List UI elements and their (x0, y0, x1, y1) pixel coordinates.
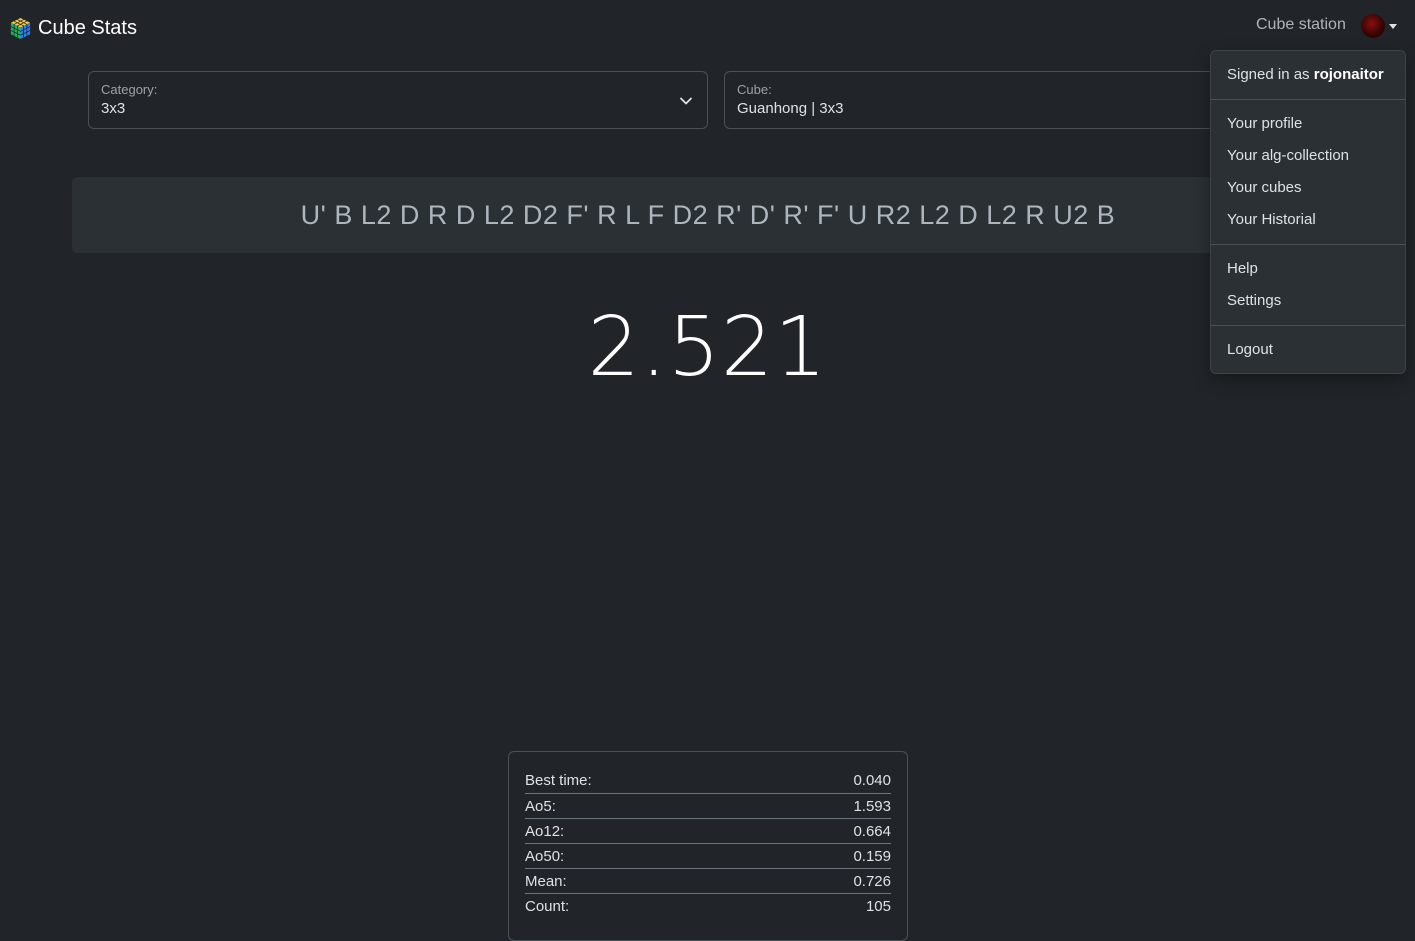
stat-label: Best time: (525, 772, 592, 789)
category-select[interactable]: Category: 3x3 (88, 71, 708, 129)
stat-row-best-time: Best time: 0.040 (525, 769, 891, 794)
scramble-panel: U' B L2 D R D L2 D2 F' R L F D2 R' D' R'… (72, 177, 1344, 253)
cube-select-value: Guanhong | 3x3 (737, 100, 844, 117)
signed-in-header: Signed in as rojonaitor (1227, 66, 1384, 83)
menu-item-your-alg-collection[interactable]: Your alg-collection (1227, 147, 1349, 164)
nav-link-cube-station[interactable]: Cube station (1256, 16, 1346, 34)
stat-row-mean: Mean: 0.726 (525, 869, 891, 894)
signed-in-prefix: Signed in as (1227, 66, 1310, 83)
menu-item-your-profile[interactable]: Your profile (1227, 115, 1302, 132)
caret-down-icon (1389, 23, 1397, 29)
stat-value: 0.726 (853, 873, 891, 890)
stat-label: Ao5: (525, 798, 556, 815)
brand-title: Cube Stats (38, 16, 137, 39)
navbar: Cube Stats Cube station (0, 0, 1415, 54)
dropdown-divider (1211, 99, 1405, 100)
scramble-text: U' B L2 D R D L2 D2 F' R L F D2 R' D' R'… (300, 199, 1116, 230)
cube-select-label: Cube: (737, 82, 772, 97)
user-avatar-icon (1361, 14, 1385, 38)
stat-value: 105 (865, 898, 891, 915)
timer-display: 2.521 (587, 300, 828, 395)
stat-label: Mean: (525, 873, 567, 890)
category-select-value: 3x3 (101, 100, 126, 117)
user-menu-toggle[interactable] (1361, 14, 1397, 38)
stat-row-ao12: Ao12: 0.664 (525, 819, 891, 844)
stat-row-count: Count: 105 (525, 894, 891, 919)
stat-value: 0.159 (853, 848, 891, 865)
chevron-down-icon (680, 97, 692, 105)
stat-value: 1.593 (853, 798, 891, 815)
dropdown-divider (1211, 244, 1405, 245)
stat-row-ao50: Ao50: 0.159 (525, 844, 891, 869)
stat-label: Ao12: (525, 823, 565, 840)
menu-item-help[interactable]: Help (1227, 260, 1258, 277)
category-select-label: Category: (101, 82, 158, 97)
rubiks-cube-logo-icon (10, 17, 31, 39)
dropdown-divider (1211, 325, 1405, 326)
stat-label: Count: (525, 898, 570, 915)
stats-card: Best time: 0.040 Ao5: 1.593 Ao12: 0.664 … (508, 751, 908, 941)
menu-item-settings[interactable]: Settings (1227, 292, 1281, 309)
brand-link[interactable]: Cube Stats (9, 14, 137, 42)
menu-item-your-cubes[interactable]: Your cubes (1227, 179, 1302, 196)
menu-item-logout[interactable]: Logout (1227, 341, 1273, 358)
stat-value: 0.664 (853, 823, 891, 840)
signed-in-username: rojonaitor (1313, 66, 1384, 83)
menu-item-your-historial[interactable]: Your Historial (1227, 211, 1316, 228)
stat-row-ao5: Ao5: 1.593 (525, 794, 891, 819)
stat-label: Ao50: (525, 848, 565, 865)
stat-value: 0.040 (853, 772, 891, 789)
user-dropdown-menu: Signed in as rojonaitor Your profile You… (1210, 50, 1406, 374)
